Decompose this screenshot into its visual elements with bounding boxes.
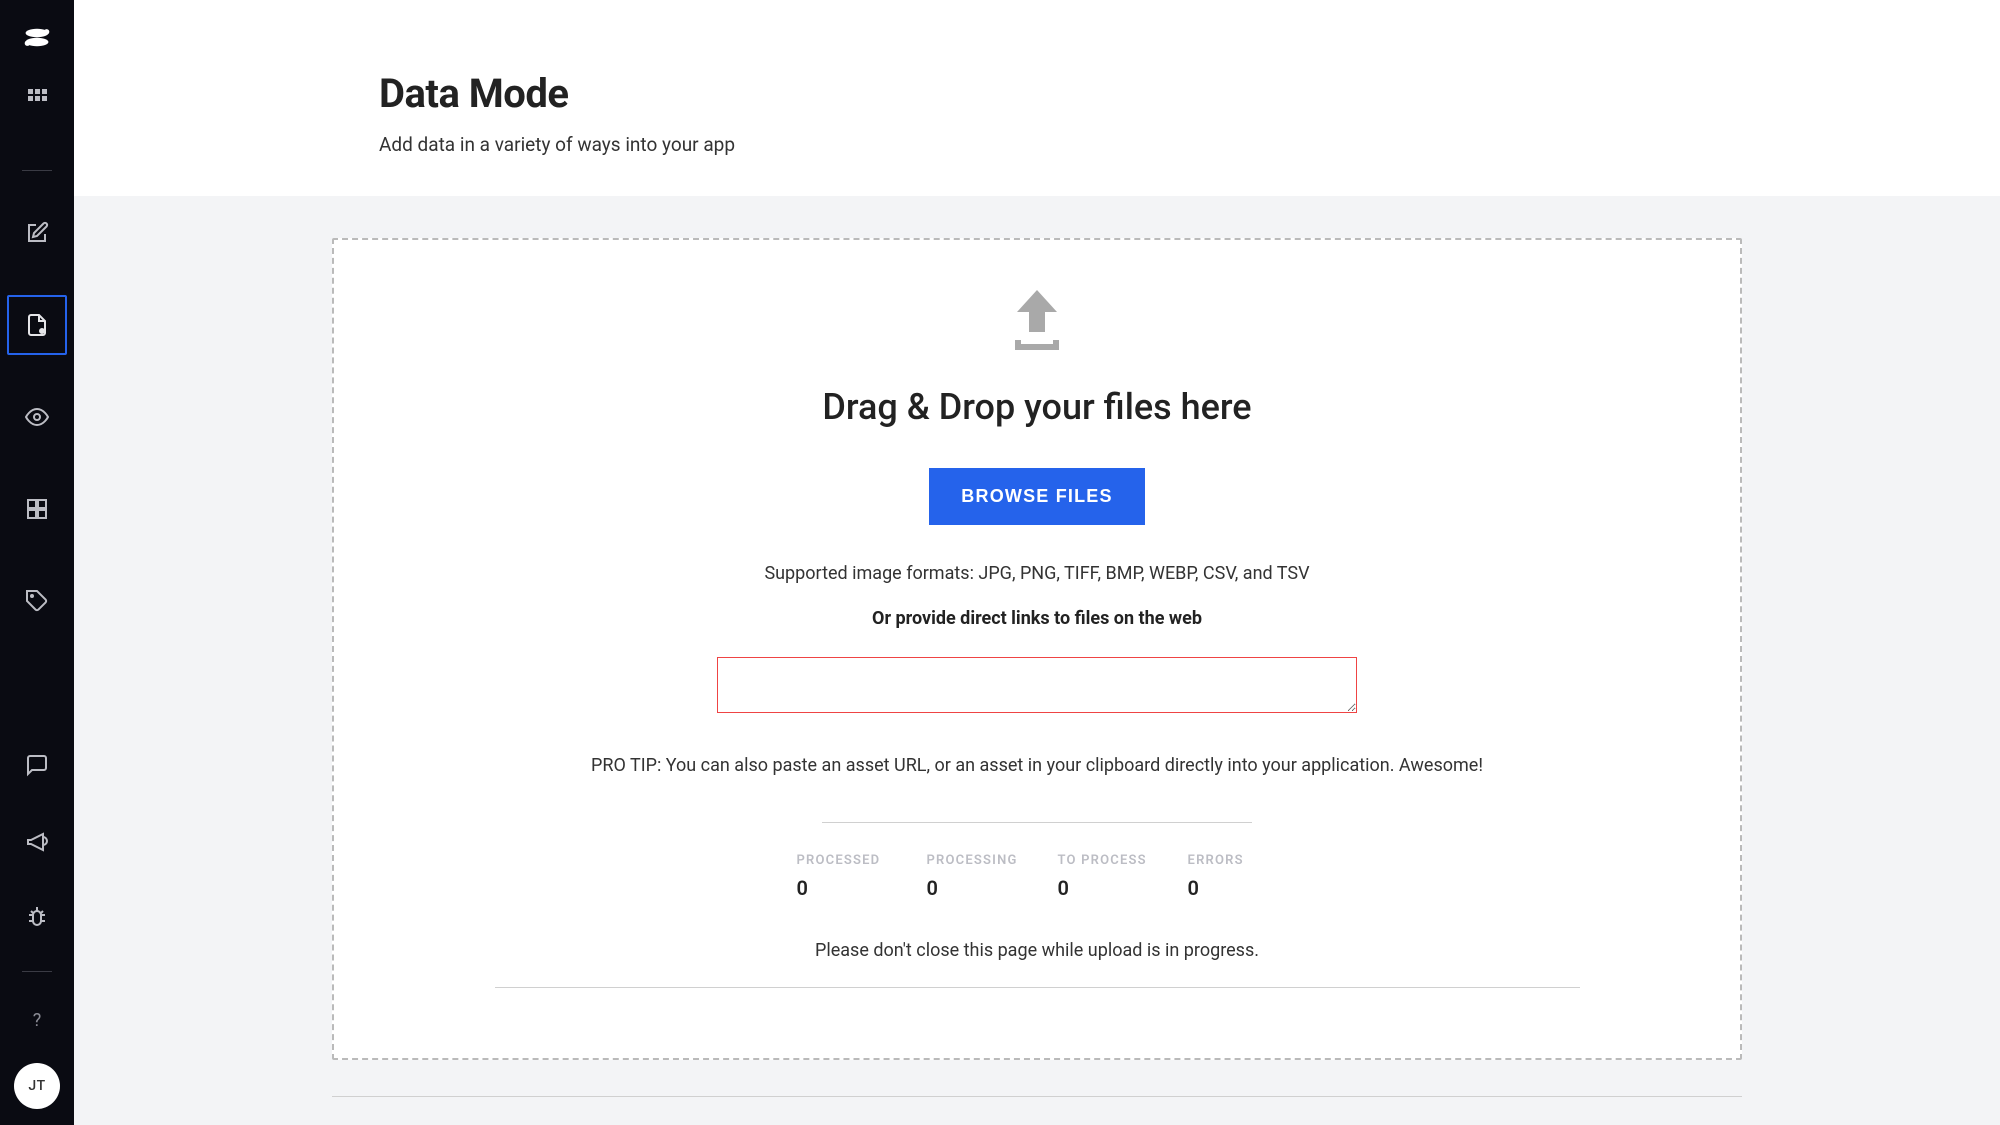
- content-area: Drag & Drop your files here BROWSE FILES…: [74, 196, 2000, 1125]
- drag-drop-title: Drag & Drop your files here: [822, 386, 1251, 428]
- status-divider-top: [822, 822, 1252, 823]
- eye-icon[interactable]: [7, 387, 67, 447]
- chat-icon[interactable]: [7, 735, 67, 795]
- user-avatar[interactable]: JT: [14, 1063, 60, 1109]
- bug-icon[interactable]: [7, 887, 67, 947]
- page-title: Data Mode: [379, 70, 2000, 117]
- upload-dropzone[interactable]: Drag & Drop your files here BROWSE FILES…: [332, 238, 1742, 1060]
- page-header: Data Mode Add data in a variety of ways …: [74, 0, 2000, 196]
- sidebar-divider: [22, 170, 52, 171]
- status-label: ERRORS: [1188, 853, 1278, 868]
- logo-icon[interactable]: [22, 24, 52, 54]
- grid-icon[interactable]: [7, 479, 67, 539]
- status-processing: PROCESSING 0: [926, 853, 1017, 900]
- megaphone-icon[interactable]: [7, 811, 67, 871]
- edit-icon[interactable]: [7, 203, 67, 263]
- status-row: PROCESSED 0 PROCESSING 0 TO PROCESS 0 ER…: [796, 853, 1277, 900]
- status-processed: PROCESSED 0: [796, 853, 886, 900]
- status-errors: ERRORS 0: [1188, 853, 1278, 900]
- browse-files-button[interactable]: BROWSE FILES: [929, 468, 1144, 525]
- sidebar: ? JT: [0, 0, 74, 1125]
- pro-tip-text: PRO TIP: You can also paste an asset URL…: [591, 755, 1483, 776]
- status-to-process: TO PROCESS 0: [1058, 853, 1148, 900]
- bottom-rule: [332, 1096, 1742, 1097]
- apps-icon[interactable]: [7, 68, 67, 128]
- sidebar-divider-bottom: [22, 971, 52, 972]
- upload-warning: Please don't close this page while uploa…: [815, 940, 1259, 961]
- help-icon[interactable]: ?: [33, 1010, 42, 1031]
- status-divider-bottom: [495, 987, 1580, 988]
- status-value: 0: [1188, 876, 1278, 900]
- status-value: 0: [1058, 876, 1148, 900]
- upload-icon: [1012, 290, 1062, 356]
- data-mode-icon[interactable]: [7, 295, 67, 355]
- supported-formats-text: Supported image formats: JPG, PNG, TIFF,…: [764, 563, 1309, 584]
- tag-icon[interactable]: [7, 571, 67, 631]
- status-label: PROCESSING: [926, 853, 1017, 868]
- status-label: PROCESSED: [796, 853, 886, 868]
- url-input[interactable]: [717, 657, 1357, 713]
- status-value: 0: [796, 876, 886, 900]
- page-subtitle: Add data in a variety of ways into your …: [379, 133, 2000, 156]
- status-value: 0: [926, 876, 1017, 900]
- status-label: TO PROCESS: [1058, 853, 1148, 868]
- or-links-text: Or provide direct links to files on the …: [872, 608, 1202, 629]
- main-content: Data Mode Add data in a variety of ways …: [74, 0, 2000, 1125]
